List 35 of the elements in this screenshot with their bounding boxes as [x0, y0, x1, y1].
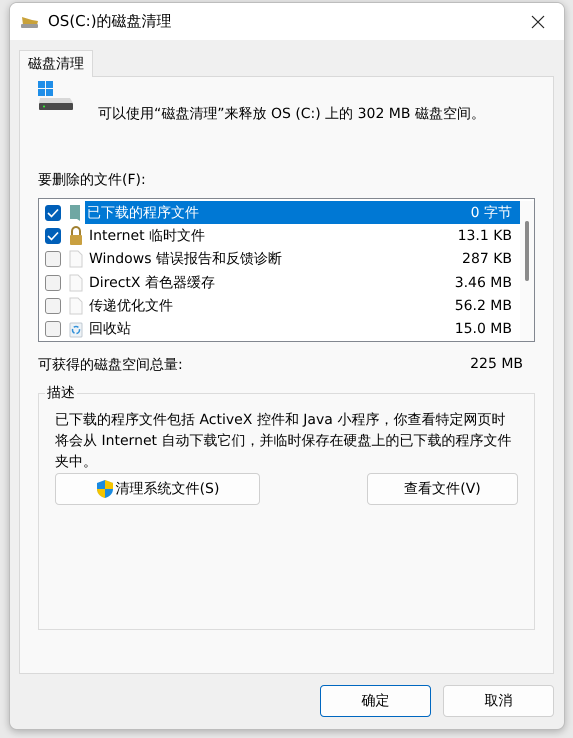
- checkbox[interactable]: [45, 321, 61, 338]
- file-list-item[interactable]: 回收站 15.0 MB: [87, 318, 520, 341]
- action-button[interactable]: 清理系统文件(S): [55, 473, 260, 505]
- files-label: 要删除的文件(F):: [38, 171, 147, 189]
- file-list-item[interactable]: 已下载的程序文件 0 字节: [85, 201, 520, 224]
- drive-icon: [38, 81, 74, 111]
- checkbox[interactable]: [45, 228, 61, 244]
- folder-icon: [69, 204, 81, 222]
- file-icon: [69, 296, 83, 315]
- summary-text: 可以使用“磁盘清理”来释放 OS (C:) 上的 302 MB 磁盘空间。: [98, 105, 485, 123]
- checkbox[interactable]: [45, 204, 61, 221]
- file-list-item[interactable]: Windows 错误报告和反馈诊断 287 KB: [87, 248, 520, 271]
- file-icon: [69, 274, 83, 292]
- ok-button[interactable]: 确定: [320, 685, 431, 717]
- recycle-bin-icon: [69, 320, 83, 338]
- close-icon: [531, 14, 545, 28]
- cancel-button[interactable]: 取消: [443, 685, 554, 717]
- description-text: 已下载的程序文件包括 ActiveX 控件和 Java 小程序，你查看特定网页时将会从 Internet 自动下载它们，并临时保存在硬盘上的已下载的程序文件夹中。: [55, 411, 512, 472]
- total-label: 可获得的磁盘空间总量:: [38, 356, 183, 374]
- file-list-item[interactable]: 传递优化文件 56.2 MB: [87, 294, 520, 318]
- broom-icon: [20, 14, 40, 28]
- scrollbar[interactable]: [520, 201, 534, 341]
- tab[interactable]: 磁盘清理: [19, 50, 93, 77]
- file-icon: [69, 250, 83, 268]
- action-button[interactable]: 查看文件(V): [367, 473, 518, 505]
- lock-icon: [69, 226, 83, 246]
- total-value: 225 MB: [470, 356, 523, 374]
- group-title: 描述: [46, 384, 76, 402]
- window-title: OS(C:)的磁盘清理: [48, 12, 173, 31]
- shield-icon: [96, 479, 114, 499]
- checkbox[interactable]: [45, 274, 61, 291]
- file-list-item[interactable]: DirectX 着色器缓存 3.46 MB: [87, 271, 520, 294]
- checkbox[interactable]: [45, 251, 61, 268]
- file-list-item[interactable]: Internet 临时文件 13.1 KB: [87, 224, 520, 248]
- checkbox[interactable]: [45, 298, 61, 314]
